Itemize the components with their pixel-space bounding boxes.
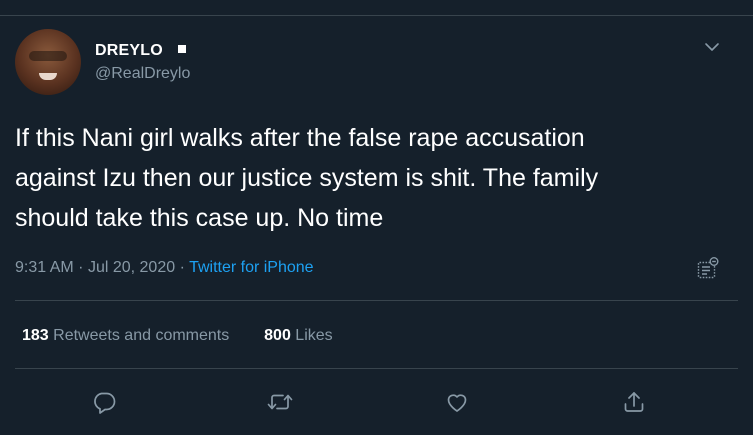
tweet-text: If this Nani girl walks after the false …	[15, 124, 599, 232]
tweet-source-link[interactable]: Twitter for iPhone	[189, 259, 314, 276]
meta-separator: ·	[179, 259, 185, 276]
tweet-stats: 183 Retweets and comments 800 Likes	[22, 327, 333, 345]
retweet-button[interactable]	[266, 388, 294, 416]
heart-icon	[447, 394, 467, 412]
tweet-meta: 9:31 AM · Jul 20, 2020 · Twitter for iPh…	[15, 259, 314, 277]
share-icon	[624, 392, 644, 412]
avatar-mouth	[39, 73, 57, 80]
likes-count[interactable]: 800	[264, 327, 291, 344]
retweets-count[interactable]: 183	[22, 327, 49, 344]
reply-button[interactable]	[90, 388, 118, 416]
like-button[interactable]	[443, 388, 471, 416]
divider	[15, 368, 738, 369]
tweet-date[interactable]: Jul 20, 2020	[88, 259, 175, 276]
tweet-time[interactable]: 9:31 AM	[15, 259, 74, 276]
top-border	[0, 15, 753, 16]
chevron-down-icon[interactable]	[703, 38, 721, 56]
user-handle[interactable]: @RealDreylo	[95, 65, 190, 83]
meta-separator: ·	[78, 259, 84, 276]
avatar-glasses	[29, 51, 67, 61]
avatar[interactable]	[15, 29, 81, 95]
retweet-icon	[267, 394, 293, 410]
retweets-label[interactable]: Retweets and comments	[53, 327, 229, 344]
comment-icon	[94, 392, 116, 414]
display-name[interactable]: DREYLO	[95, 42, 163, 60]
likes-label[interactable]: Likes	[295, 327, 332, 344]
divider	[15, 300, 738, 301]
analytics-icon[interactable]	[696, 256, 720, 280]
square-badge-icon	[178, 45, 186, 53]
share-button[interactable]	[620, 388, 648, 416]
